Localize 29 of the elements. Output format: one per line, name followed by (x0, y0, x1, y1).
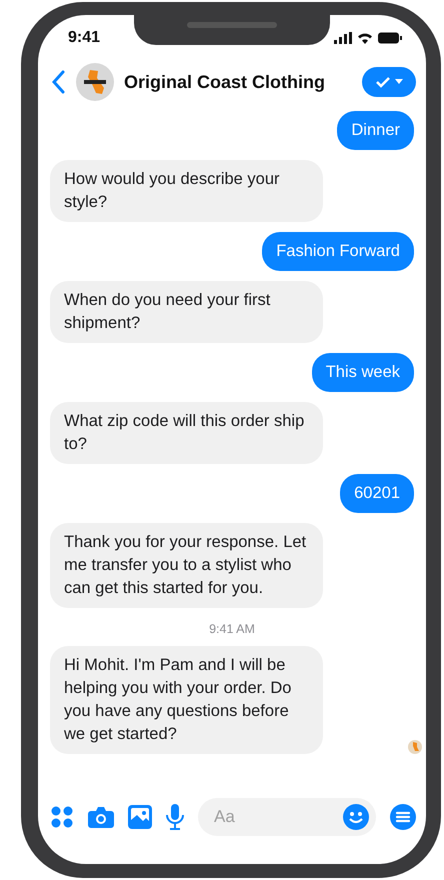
camera-icon[interactable] (88, 806, 114, 828)
apps-icon[interactable] (50, 805, 74, 829)
microphone-icon[interactable] (166, 804, 184, 830)
brand-logo (76, 63, 114, 101)
signal-icon (334, 32, 352, 44)
back-icon[interactable] (52, 70, 66, 94)
message-bubble: Fashion Forward (262, 232, 414, 271)
menu-icon[interactable] (390, 804, 416, 830)
message-bubble: What zip code will this order ship to? (50, 402, 323, 464)
message-bubble: How would you describe your style? (50, 160, 323, 222)
status-time: 9:41 (68, 29, 100, 47)
message-input[interactable]: Aa (212, 806, 342, 828)
image-icon[interactable] (128, 805, 152, 829)
check-icon (375, 76, 391, 88)
chat-title: Original Coast Clothing (124, 72, 326, 92)
message-bubble: Dinner (337, 111, 414, 150)
message-bubble: Thank you for your response. Let me transfer you to a stylist who can get this started for you. (50, 523, 323, 608)
emoji-icon[interactable] (342, 803, 370, 831)
seen-avatar-icon (408, 740, 422, 754)
message-bubble: 60201 (340, 474, 414, 513)
caret-icon (395, 79, 403, 85)
status-dropdown[interactable] (362, 67, 416, 97)
message-bubble: This week (312, 353, 414, 392)
wifi-icon (357, 32, 373, 44)
message-timestamp: 9:41 AM (209, 621, 255, 636)
battery-icon (378, 32, 402, 44)
message-field[interactable]: Aa (198, 798, 376, 836)
message-bubble: Hi Mohit. I'm Pam and I will be helping you with your order. Do you have any questions before we get started? (50, 646, 323, 754)
message-bubble: When do you need your first shipment? (50, 281, 323, 343)
